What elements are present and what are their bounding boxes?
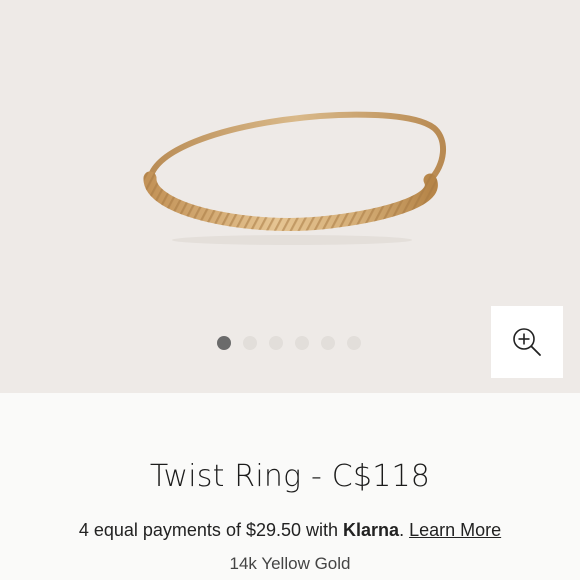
- carousel-dot[interactable]: [295, 336, 309, 350]
- product-details: Twist Ring - C$118 4 equal payments of $…: [0, 393, 580, 580]
- carousel-dot[interactable]: [347, 336, 361, 350]
- zoom-button[interactable]: [491, 306, 563, 378]
- product-gallery[interactable]: [0, 0, 580, 393]
- zoom-in-icon: [513, 328, 541, 356]
- carousel-dot[interactable]: [269, 336, 283, 350]
- learn-more-link[interactable]: Learn More: [409, 520, 501, 540]
- carousel-dot[interactable]: [321, 336, 335, 350]
- carousel-dot[interactable]: [217, 336, 231, 350]
- product-title: Twist Ring - C$118: [149, 459, 431, 494]
- payment-text: 4 equal payments of $29.50 with: [78, 520, 344, 540]
- carousel-dots: [217, 336, 361, 350]
- klarna-payment-info: 4 equal payments of $29.50 with Klarna. …: [0, 520, 580, 541]
- product-variant: 14k Yellow Gold: [229, 554, 351, 573]
- payment-separator: .: [399, 520, 410, 540]
- klarna-brand: Klarna: [343, 520, 400, 540]
- carousel-dot[interactable]: [243, 336, 257, 350]
